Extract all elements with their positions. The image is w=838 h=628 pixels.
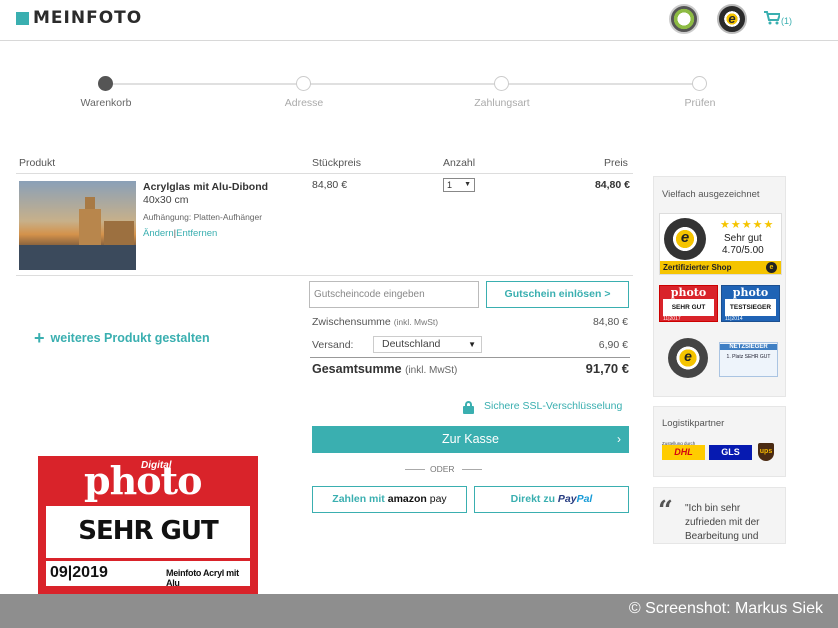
or-text: ODER bbox=[430, 464, 455, 474]
amazon-pay-button[interactable]: Zahlen mit amazon pay bbox=[312, 486, 467, 513]
product-actions: Ändern|Entfernen bbox=[143, 228, 217, 239]
dhl-logo: DHL bbox=[662, 445, 705, 460]
paypal-button[interactable]: Direkt zu PayPal bbox=[474, 486, 629, 513]
logistics-title: Logistikpartner bbox=[662, 418, 725, 429]
awards-panel: Vielfach ausgezeichnet e ★★★★★ Sehr gut … bbox=[653, 176, 786, 397]
award-product: Meinfoto Acryl mit Alu bbox=[166, 568, 239, 588]
quantity-select[interactable]: 1 ▼ bbox=[443, 178, 475, 192]
col-header-quantity: Anzahl bbox=[443, 157, 476, 169]
site-header: MEINFOTO e (1) bbox=[0, 0, 838, 41]
step-label-cart: Warenkorb bbox=[80, 97, 132, 109]
or-divider-line bbox=[405, 469, 425, 470]
coupon-input[interactable]: Gutscheincode eingeben bbox=[309, 281, 479, 308]
step-dot-address bbox=[296, 76, 311, 91]
award-rating: SEHR GUT bbox=[78, 516, 219, 546]
step-dot-review bbox=[692, 76, 707, 91]
ts-rating: Sehr gut bbox=[724, 233, 762, 244]
remove-link[interactable]: Entfernen bbox=[176, 228, 217, 239]
trusted-shops-badge[interactable]: e ★★★★★ Sehr gut 4.70/5.00 Zertifizierte… bbox=[659, 213, 782, 275]
netzsieger-badge: NETZSIEGER 1. Platz SEHR GUT bbox=[719, 342, 778, 377]
redeem-coupon-button[interactable]: Gutschein einlösen > bbox=[486, 281, 629, 308]
trusted-shops-icon: e bbox=[717, 4, 747, 34]
shipping-country-select[interactable]: Deutschland ▼ bbox=[373, 336, 482, 353]
checkout-button[interactable]: Zur Kasse › bbox=[312, 426, 629, 453]
divider bbox=[310, 357, 630, 358]
ups-logo: ups bbox=[758, 443, 774, 461]
total-value: 91,70 € bbox=[585, 361, 629, 376]
line-price: 84,80 € bbox=[594, 179, 630, 191]
col-header-price: Preis bbox=[604, 157, 628, 169]
col-header-product: Produkt bbox=[19, 157, 56, 169]
trust-seal-icon bbox=[669, 4, 699, 34]
credit-bar: © Screenshot: Markus Siek bbox=[0, 594, 838, 628]
logistics-panel: Logistikpartner Zustellung durch DHL GLS… bbox=[653, 406, 786, 477]
shipping-label: Versand: bbox=[312, 339, 354, 351]
shipping-value: 6,90 € bbox=[598, 339, 628, 351]
progress-line bbox=[106, 83, 700, 85]
step-dot-cart bbox=[98, 76, 113, 91]
subtotal-value: 84,80 € bbox=[592, 316, 628, 328]
col-header-unit-price: Stückpreis bbox=[312, 157, 362, 169]
site-logo[interactable]: MEINFOTO bbox=[33, 8, 142, 28]
step-label-address: Adresse bbox=[284, 97, 324, 109]
add-product-link[interactable]: + weiteres Produkt gestalten bbox=[34, 328, 210, 349]
screenshot-credit: © Screenshot: Markus Siek bbox=[628, 600, 823, 617]
testimonial-panel: “ "Ich bin sehr zufrieden mit der Bearbe… bbox=[653, 487, 786, 544]
product-hanging: Aufhängung: Platten-Aufhänger bbox=[143, 212, 263, 222]
divider bbox=[16, 275, 633, 276]
product-size: 40x30 cm bbox=[143, 194, 189, 206]
step-label-review: Prüfen bbox=[684, 97, 716, 109]
plus-icon: + bbox=[34, 328, 45, 348]
testimonial-text: "Ich bin sehr zufrieden mit der Bearbeit… bbox=[685, 503, 760, 542]
total-label: Gesamtsumme (inkl. MwSt) bbox=[312, 362, 458, 376]
chevron-down-icon: ▼ bbox=[464, 181, 471, 188]
star-rating-icon: ★★★★★ bbox=[720, 219, 775, 231]
edit-link[interactable]: Ändern bbox=[143, 228, 174, 239]
or-divider-line bbox=[462, 469, 482, 470]
gls-logo: GLS bbox=[709, 445, 752, 460]
chevron-right-icon: › bbox=[617, 432, 621, 446]
award-date: 09|2019 bbox=[50, 564, 108, 581]
logo-mark bbox=[16, 12, 29, 25]
divider bbox=[16, 173, 633, 174]
ssl-notice: Sichere SSL-Verschlüsselung bbox=[484, 400, 623, 412]
product-thumbnail[interactable] bbox=[19, 181, 136, 270]
step-label-payment: Zahlungsart bbox=[474, 97, 530, 109]
product-title: Acrylglas mit Alu-Dibond bbox=[143, 181, 269, 193]
ts-mark-icon: e bbox=[766, 262, 777, 273]
lock-icon bbox=[463, 401, 474, 414]
chevron-down-icon: ▼ bbox=[468, 340, 476, 349]
subtotal-label: Zwischensumme (inkl. MwSt) bbox=[312, 316, 439, 328]
award-brand-prefix: Digital bbox=[141, 460, 172, 471]
quote-icon: “ bbox=[658, 496, 673, 526]
step-dot-payment bbox=[494, 76, 509, 91]
trusted-shops-icon: e bbox=[664, 218, 706, 260]
mini-award-sehr-gut: photo SEHR GUT 11|2017 bbox=[659, 285, 718, 322]
award-badge: photo Digital SEHR GUT 09|2019 Meinfoto … bbox=[38, 456, 258, 594]
awards-title: Vielfach ausgezeichnet bbox=[662, 189, 760, 200]
ts-certified-bar: Zertifizierter Shop e bbox=[660, 261, 781, 274]
cart-count[interactable]: (1) bbox=[781, 16, 792, 26]
trusted-shops-icon: e bbox=[668, 338, 708, 378]
mini-award-testsieger: photo TESTSIEGER 11|2014 bbox=[721, 285, 780, 322]
unit-price: 84,80 € bbox=[312, 179, 348, 191]
ts-score: 4.70/5.00 bbox=[722, 245, 764, 256]
cart-icon[interactable] bbox=[764, 11, 782, 29]
page-root: MEINFOTO e (1) Warenkorb Adresse Zahlung… bbox=[0, 0, 838, 628]
